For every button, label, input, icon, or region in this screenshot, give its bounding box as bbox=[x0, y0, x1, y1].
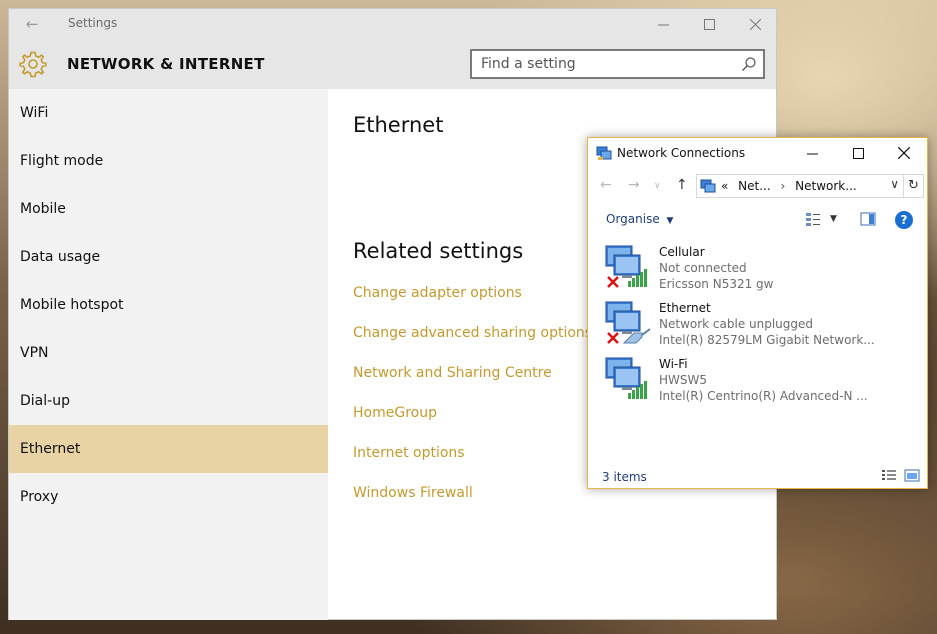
link-homegroup[interactable]: HomeGroup bbox=[353, 405, 592, 445]
connection-status: Network cable unplugged bbox=[659, 317, 814, 331]
forward-arrow-icon[interactable]: → bbox=[628, 177, 640, 193]
link-windows-firewall[interactable]: Windows Firewall bbox=[353, 485, 592, 525]
item-count: 3 items bbox=[602, 470, 647, 484]
nc-minimize-button[interactable] bbox=[789, 138, 835, 168]
connection-name: Ethernet bbox=[659, 301, 711, 315]
maximize-button[interactable] bbox=[686, 9, 732, 39]
search-box[interactable] bbox=[470, 49, 765, 79]
preview-pane-icon[interactable] bbox=[860, 211, 876, 227]
organise-label: Organise bbox=[606, 212, 660, 226]
breadcrumb-overflow[interactable]: « bbox=[721, 179, 728, 193]
connection-device: Ericsson N5321 gw bbox=[659, 277, 774, 291]
address-bar[interactable]: « Net... › Network... ∨ bbox=[696, 174, 904, 198]
window-title: Settings bbox=[68, 16, 118, 30]
connection-status: HWSW5 bbox=[659, 373, 708, 387]
address-dropdown-icon[interactable]: ∨ bbox=[890, 177, 899, 191]
view-options-chevron-icon[interactable]: ▼ bbox=[830, 214, 837, 224]
connection-status: Not connected bbox=[659, 261, 747, 275]
disconnected-x-icon bbox=[607, 332, 619, 344]
link-change-adapter-options[interactable]: Change adapter options bbox=[353, 285, 592, 325]
sidebar-item-ethernet[interactable]: Ethernet bbox=[9, 425, 328, 473]
breadcrumb: « Net... › Network... bbox=[721, 179, 857, 193]
details-view-icon[interactable] bbox=[881, 469, 897, 483]
breadcrumb-item-net[interactable]: Net... bbox=[738, 179, 771, 193]
related-links: Change adapter options Change advanced s… bbox=[353, 285, 592, 525]
recent-chevron-icon[interactable]: ∨ bbox=[654, 181, 661, 191]
refresh-icon: ↻ bbox=[908, 178, 919, 193]
sidebar-item-proxy[interactable]: Proxy bbox=[9, 473, 328, 521]
disconnected-x-icon bbox=[607, 276, 619, 288]
gear-icon bbox=[19, 51, 47, 78]
back-arrow-icon[interactable]: ← bbox=[21, 15, 43, 33]
list-item-cellular[interactable]: Cellular Not connected Ericsson N5321 gw bbox=[602, 243, 922, 299]
settings-header: NETWORK & INTERNET bbox=[9, 39, 776, 89]
related-settings-heading: Related settings bbox=[353, 239, 524, 263]
nc-close-button[interactable] bbox=[881, 138, 927, 168]
minimize-icon bbox=[806, 153, 818, 154]
close-icon bbox=[898, 147, 910, 159]
connection-device: Intel(R) 82579LM Gigabit Network... bbox=[659, 333, 875, 347]
refresh-button[interactable]: ↻ bbox=[904, 174, 924, 198]
sidebar-item-flight-mode[interactable]: Flight mode bbox=[9, 137, 328, 185]
section-title: NETWORK & INTERNET bbox=[67, 55, 265, 73]
address-row: ← → ∨ ↑ « Net... › Network... ∨ ↻ bbox=[588, 174, 927, 198]
close-button[interactable] bbox=[732, 9, 778, 39]
network-titlebar: Network Connections bbox=[588, 138, 927, 168]
network-folder-icon bbox=[700, 179, 716, 193]
connection-name: Cellular bbox=[659, 245, 705, 259]
help-icon: ? bbox=[900, 213, 908, 227]
maximize-icon bbox=[852, 147, 864, 159]
large-icons-view-icon[interactable] bbox=[904, 469, 920, 483]
breadcrumb-separator-icon: › bbox=[780, 179, 786, 193]
connection-device: Intel(R) Centrino(R) Advanced-N ... bbox=[659, 389, 868, 403]
network-connections-icon bbox=[596, 146, 612, 160]
organise-button[interactable]: Organise ▼ bbox=[606, 212, 673, 226]
minimize-icon bbox=[657, 24, 669, 25]
sidebar-item-data-usage[interactable]: Data usage bbox=[9, 233, 328, 281]
search-icon[interactable] bbox=[741, 56, 757, 72]
list-item-ethernet[interactable]: Ethernet Network cable unplugged Intel(R… bbox=[602, 299, 922, 355]
search-input[interactable] bbox=[472, 51, 737, 77]
nc-maximize-button[interactable] bbox=[835, 138, 881, 168]
sidebar-item-wifi[interactable]: WiFi bbox=[9, 89, 328, 137]
change-view-icon[interactable] bbox=[805, 211, 821, 227]
command-bar: Organise ▼ ▼ ? bbox=[588, 208, 927, 232]
back-arrow-icon[interactable]: ← bbox=[600, 177, 612, 193]
page-title: Ethernet bbox=[353, 113, 444, 137]
connections-list: Cellular Not connected Ericsson N5321 gw… bbox=[602, 243, 922, 411]
sidebar-item-dial-up[interactable]: Dial-up bbox=[9, 377, 328, 425]
wifi-adapter-icon bbox=[605, 357, 647, 399]
connection-name: Wi-Fi bbox=[659, 357, 688, 371]
sidebar-item-mobile-hotspot[interactable]: Mobile hotspot bbox=[9, 281, 328, 329]
help-button[interactable]: ? bbox=[895, 211, 913, 229]
link-change-advanced-sharing[interactable]: Change advanced sharing options bbox=[353, 325, 592, 365]
list-item-wifi[interactable]: Wi-Fi HWSW5 Intel(R) Centrino(R) Advance… bbox=[602, 355, 922, 411]
close-icon bbox=[749, 18, 761, 30]
link-network-sharing-centre[interactable]: Network and Sharing Centre bbox=[353, 365, 592, 405]
maximize-icon bbox=[703, 18, 715, 30]
chevron-down-icon: ▼ bbox=[666, 216, 674, 226]
minimize-button[interactable] bbox=[640, 9, 686, 39]
settings-sidebar: WiFi Flight mode Mobile Data usage Mobil… bbox=[9, 89, 328, 620]
settings-titlebar: ← Settings bbox=[9, 9, 776, 39]
network-connections-window: Network Connections ← → ∨ ↑ « Net... › N… bbox=[587, 137, 928, 489]
network-window-title: Network Connections bbox=[617, 146, 746, 160]
sidebar-item-mobile[interactable]: Mobile bbox=[9, 185, 328, 233]
link-internet-options[interactable]: Internet options bbox=[353, 445, 592, 485]
up-arrow-icon[interactable]: ↑ bbox=[676, 177, 688, 193]
breadcrumb-item-network[interactable]: Network... bbox=[795, 179, 857, 193]
sidebar-item-vpn[interactable]: VPN bbox=[9, 329, 328, 377]
